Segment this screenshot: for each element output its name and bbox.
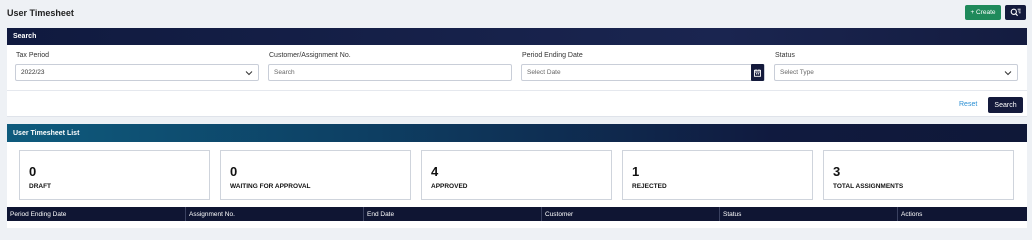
reset-link[interactable]: Reset [959, 101, 977, 108]
calendar-icon [754, 68, 761, 77]
stat-value: 4 [431, 164, 439, 179]
tax-period-value: 2022/23 [21, 69, 45, 76]
stat-card-rejected[interactable]: 1 REJECTED [622, 150, 813, 200]
stat-value: 0 [230, 164, 238, 179]
stat-label: DRAFT [29, 183, 52, 190]
chevron-down-icon [1004, 71, 1012, 76]
stat-label: APPROVED [431, 183, 468, 190]
stat-label: TOTAL ASSIGNMENTS [833, 183, 904, 190]
stat-value: 0 [29, 164, 37, 179]
search-panel: Tax Period 2022/23 Customer/Assignment N… [7, 45, 1027, 117]
stat-label: REJECTED [632, 183, 667, 190]
stat-card-draft[interactable]: 0 DRAFT [19, 150, 210, 200]
column-header-customer[interactable]: Customer [541, 207, 719, 221]
stat-card-waiting-for-approval[interactable]: 0 WAITING FOR APPROVAL [220, 150, 411, 200]
status-placeholder: Select Type [780, 69, 814, 76]
period-ending-date-label: Period Ending Date [522, 52, 583, 59]
timesheet-list-panel: 0 DRAFT 0 WAITING FOR APPROVAL 4 APPROVE… [7, 142, 1027, 228]
column-header-status[interactable]: Status [719, 207, 897, 221]
customer-assignment-placeholder: Search [274, 69, 295, 76]
filter-search-button[interactable] [1005, 5, 1026, 20]
stat-label: WAITING FOR APPROVAL [230, 183, 311, 190]
page-title: User Timesheet [7, 8, 74, 18]
status-label: Status [775, 52, 795, 59]
period-ending-date-placeholder: Select Date [527, 69, 561, 76]
column-header-period-ending-date[interactable]: Period Ending Date [7, 207, 185, 221]
timesheet-list-header: User Timesheet List [7, 124, 1027, 142]
table-header-row: Period Ending Date Assignment No. End Da… [7, 207, 1027, 221]
search-panel-header: Search [7, 28, 1027, 45]
status-select[interactable]: Select Type [774, 64, 1018, 81]
stat-value: 3 [833, 164, 841, 179]
search-divider [7, 90, 1027, 91]
calendar-button[interactable] [751, 64, 764, 81]
column-header-assignment-no[interactable]: Assignment No. [185, 207, 363, 221]
tax-period-label: Tax Period [16, 52, 50, 59]
stat-card-total-assignments[interactable]: 3 TOTAL ASSIGNMENTS [823, 150, 1014, 200]
filter-search-icon [1010, 8, 1021, 17]
search-button[interactable]: Search [988, 97, 1023, 113]
column-header-actions: Actions [897, 207, 1027, 221]
customer-assignment-input[interactable]: Search [268, 64, 512, 81]
create-button[interactable]: + Create [965, 5, 1001, 20]
stat-card-approved[interactable]: 4 APPROVED [421, 150, 612, 200]
tax-period-select[interactable]: 2022/23 [15, 64, 259, 81]
period-ending-date-input[interactable]: Select Date [521, 64, 765, 81]
stat-value: 1 [632, 164, 640, 179]
customer-assignment-label: Customer/Assignment No. [269, 52, 351, 59]
column-header-end-date[interactable]: End Date [363, 207, 541, 221]
chevron-down-icon [245, 71, 253, 76]
